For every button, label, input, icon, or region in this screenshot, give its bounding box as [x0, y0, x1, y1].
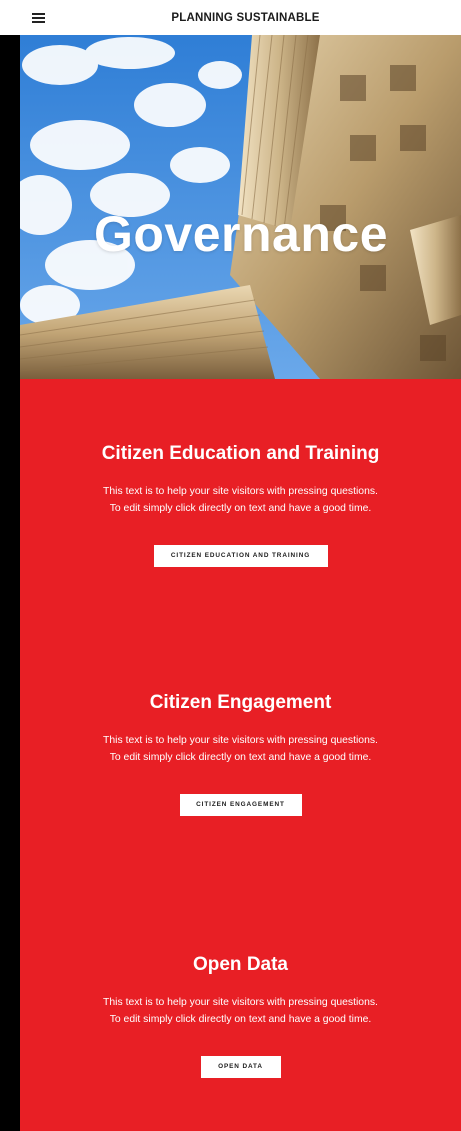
citizen-engagement-button[interactable]: CITIZEN ENGAGEMENT: [179, 794, 302, 816]
section-title: Citizen Engagement: [149, 692, 332, 713]
section-title: Open Data: [192, 954, 289, 975]
section-text-line-1: This text is to help your site visitors …: [103, 997, 378, 1008]
hero-banner: Governance: [20, 35, 461, 379]
section-title: Citizen Education and Training: [101, 443, 380, 464]
section-citizen-education: Citizen Education and Training This text…: [20, 443, 461, 567]
hero-title: Governance: [93, 206, 388, 262]
citizen-education-button[interactable]: CITIZEN EDUCATION AND TRAINING: [153, 545, 328, 567]
site-brand[interactable]: PLANNING SUSTAINABLE: [0, 12, 461, 24]
section-text-line-2: To edit simply click directly on text an…: [109, 503, 372, 514]
page-content: Governance Citizen Education and Trainin…: [20, 0, 461, 1131]
section-citizen-engagement: Citizen Engagement This text is to help …: [20, 692, 461, 816]
open-data-button[interactable]: OPEN DATA: [200, 1056, 281, 1078]
section-text-line-1: This text is to help your site visitors …: [103, 735, 378, 746]
site-header: PLANNING SUSTAINABLE: [0, 0, 461, 35]
section-text-line-2: To edit simply click directly on text an…: [109, 1014, 372, 1025]
section-open-data: Open Data This text is to help your site…: [20, 954, 461, 1078]
section-text-line-1: This text is to help your site visitors …: [103, 486, 378, 497]
section-text-line-2: To edit simply click directly on text an…: [109, 752, 372, 763]
